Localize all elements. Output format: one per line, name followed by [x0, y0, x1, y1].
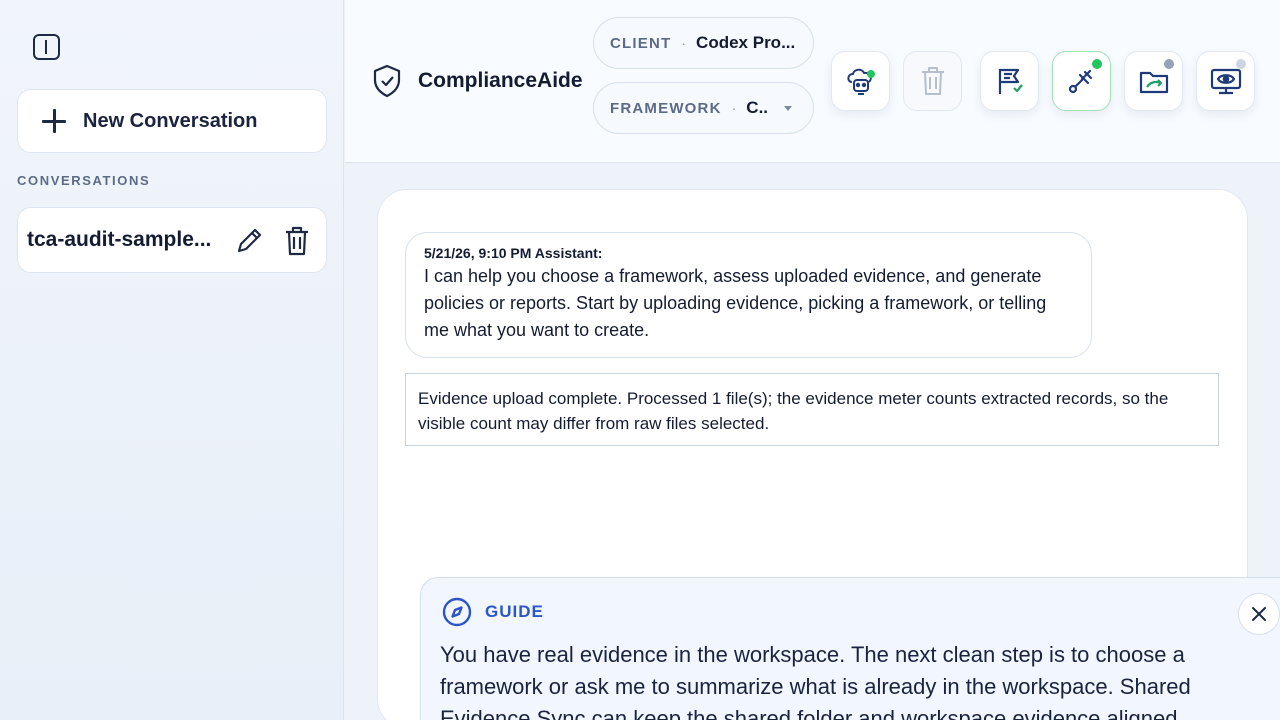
- sidebar-toggle-icon[interactable]: [33, 34, 60, 60]
- header: ComplianceAide CLIENT · Codex Pro... FRA…: [345, 0, 1280, 163]
- framework-selector[interactable]: FRAMEWORK · C..: [593, 82, 814, 134]
- online-indicator: [867, 70, 875, 78]
- sync-indicator: [1164, 59, 1174, 69]
- guide-text: You have real evidence in the workspace.…: [440, 642, 1191, 720]
- message-text: I can help you choose a framework, asses…: [424, 266, 1047, 340]
- new-conversation-button[interactable]: New Conversation: [17, 89, 327, 153]
- client-selector[interactable]: CLIENT · Codex Pro...: [593, 17, 814, 69]
- conversation-title: tca-audit-sample...: [27, 228, 212, 251]
- framework-key: FRAMEWORK: [610, 99, 722, 117]
- plus-icon: [41, 108, 67, 134]
- framework-separator: ·: [731, 100, 737, 116]
- client-separator: ·: [681, 35, 687, 51]
- close-guide-button[interactable]: [1238, 593, 1280, 635]
- preview-button[interactable]: [1196, 51, 1255, 111]
- monitor-eye-icon: [1210, 68, 1241, 95]
- active-indicator: [1092, 59, 1102, 69]
- preview-indicator: [1236, 59, 1246, 69]
- folder-sync-icon: [1139, 71, 1168, 94]
- shield-check-icon: [373, 64, 401, 98]
- report-button[interactable]: [980, 51, 1039, 111]
- new-conversation-label: New Conversation: [83, 109, 258, 132]
- assistant-message: 5/21/26, 9:10 PM Assistant: I can help y…: [405, 232, 1092, 358]
- conversation-item[interactable]: tca-audit-sample...: [17, 207, 327, 273]
- delete-icon[interactable]: [280, 224, 314, 258]
- brand: ComplianceAide: [372, 64, 583, 98]
- client-value: Codex Pro...: [696, 33, 796, 52]
- upload-status-notice: Evidence upload complete. Processed 1 fi…: [405, 373, 1219, 446]
- cloud-assistant-button[interactable]: [831, 51, 890, 111]
- edit-icon[interactable]: [232, 224, 266, 258]
- message-meta: 5/21/26, 9:10 PM Assistant:: [424, 245, 603, 261]
- evidence-folder-button[interactable]: [1124, 51, 1183, 111]
- flag-check-icon: [998, 68, 1023, 94]
- client-key: CLIENT: [610, 34, 672, 52]
- sidebar: New Conversation CONVERSATIONS tca-audit…: [0, 0, 344, 720]
- conversation-actions: [232, 224, 314, 258]
- guide-title: GUIDE: [485, 602, 544, 621]
- integration-button[interactable]: [1052, 51, 1111, 111]
- framework-value: C..: [746, 98, 769, 117]
- trash-icon: [921, 67, 944, 95]
- conversations-section-label: CONVERSATIONS: [17, 173, 151, 188]
- compass-icon: [442, 597, 472, 627]
- clear-button[interactable]: [903, 51, 962, 111]
- close-icon: [1252, 607, 1266, 621]
- guide-header: GUIDE: [441, 596, 544, 628]
- satellite-link-icon: [1068, 69, 1092, 94]
- brand-name: ComplianceAide: [418, 69, 583, 92]
- chevron-down-icon: [784, 105, 793, 111]
- guide-panel: GUIDE You have real evidence in the work…: [420, 577, 1280, 720]
